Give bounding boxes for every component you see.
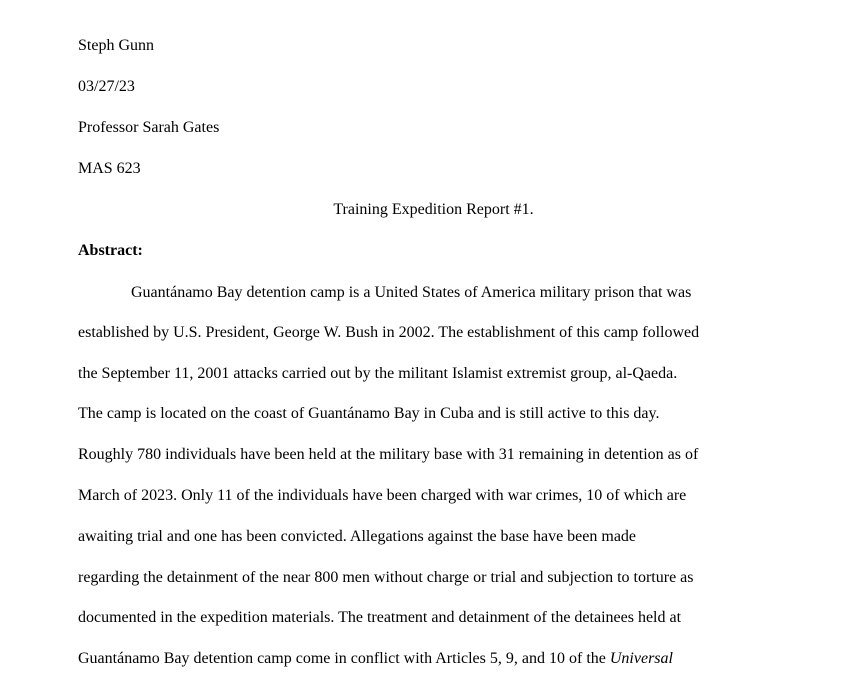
- body-line-10: Guantánamo Bay detention camp come in co…: [78, 649, 673, 669]
- body-line-1: Guantánamo Bay detention camp is a Unite…: [131, 284, 692, 301]
- body-line-3: the September 11, 2001 attacks carried o…: [78, 365, 678, 382]
- body-line-9: documented in the expedition materials. …: [78, 609, 682, 626]
- author-name: Steph Gunn: [78, 37, 154, 54]
- body-line-8: regarding the detainment of the near 800…: [78, 569, 694, 586]
- body-line-2: established by U.S. President, George W.…: [78, 324, 700, 341]
- document-title: Training Expedition Report #1.: [333, 201, 534, 218]
- body-line-5: Roughly 780 individuals have been held a…: [78, 446, 699, 463]
- body-line-10-italic: Universal: [609, 650, 673, 667]
- professor-name: Professor Sarah Gates: [78, 119, 220, 136]
- body-line-10-text: Guantánamo Bay detention camp come in co…: [78, 650, 610, 667]
- course-code: MAS 623: [78, 160, 141, 177]
- abstract-heading: Abstract:: [78, 242, 143, 259]
- date: 03/27/23: [78, 78, 135, 95]
- body-line-6: March of 2023. Only 11 of the individual…: [78, 487, 687, 504]
- body-line-4: The camp is located on the coast of Guan…: [78, 405, 660, 422]
- body-line-7: awaiting trial and one has been convicte…: [78, 528, 637, 545]
